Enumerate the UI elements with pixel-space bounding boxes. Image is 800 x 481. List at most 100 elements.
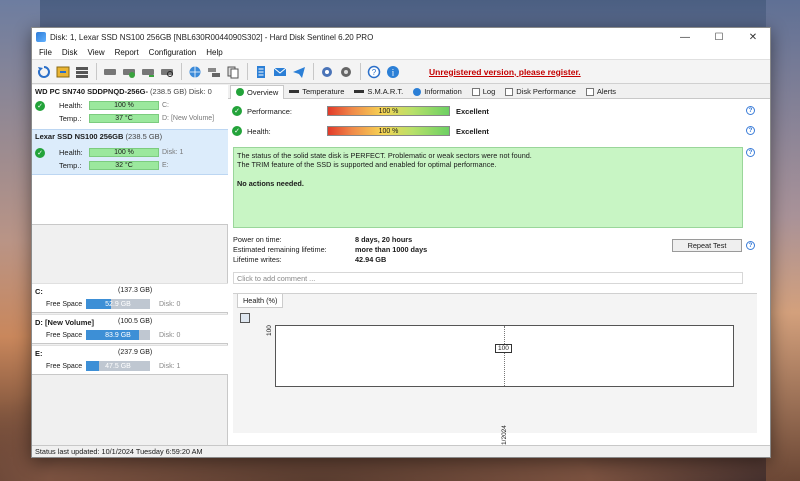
log-icon: [471, 87, 480, 96]
performance-rating: Excellent: [456, 106, 489, 116]
temp-label: Temp.:: [59, 114, 82, 123]
disk-model: WD PC SN740 SDDPNQD-256G-: [35, 87, 148, 96]
settings-icon[interactable]: [318, 63, 335, 80]
health-label: Health:: [247, 126, 271, 136]
tab-label: Disk Performance: [516, 87, 576, 96]
disk-entry-0[interactable]: WD PC SN740 SDDPNQD-256G- (238.5 GB) Dis…: [32, 85, 228, 129]
close-button[interactable]: ✕: [736, 28, 770, 46]
help-icon[interactable]: ?: [746, 126, 755, 135]
globe-icon[interactable]: [186, 63, 203, 80]
health-label: Health:: [59, 101, 83, 110]
svg-text:?: ?: [371, 68, 376, 77]
free-space-bar: 83.9 GB: [86, 330, 150, 340]
toolbar-separator: [313, 63, 314, 80]
health-bar: 100 %: [89, 148, 159, 157]
help-icon[interactable]: ?: [746, 106, 755, 115]
tab-log[interactable]: Log: [467, 86, 501, 98]
menu-disk[interactable]: Disk: [57, 48, 83, 57]
maximize-button[interactable]: ☐: [702, 28, 736, 46]
refresh-icon[interactable]: [35, 63, 52, 80]
unregistered-link[interactable]: Unregistered version, please register.: [429, 67, 581, 77]
toolbar: ? i Unregistered version, please registe…: [32, 60, 770, 84]
help-icon[interactable]: ?: [746, 241, 755, 250]
tab-smart[interactable]: S.M.A.R.T.: [349, 86, 408, 98]
refresh-all-icon[interactable]: [54, 63, 71, 80]
actions-text: No actions needed.: [237, 179, 304, 188]
temp-bar: 37 °C: [89, 114, 159, 123]
help-icon[interactable]: ?: [365, 63, 382, 80]
disk-partition: C:: [162, 102, 169, 109]
disk-list: WD PC SN740 SDDPNQD-256G- (238.5 GB) Dis…: [32, 85, 228, 225]
volume-entry[interactable]: C: (137.3 GB) Free Space 52.9 GB Disk: 0: [32, 283, 228, 313]
app-window: Disk: 1, Lexar SSD NS100 256GB [NBL630R0…: [31, 27, 771, 458]
free-space-label: Free Space: [46, 301, 83, 308]
repeat-test-button[interactable]: Repeat Test: [672, 239, 742, 252]
drive-zoom-icon[interactable]: [158, 63, 175, 80]
disk-size: (238.5 GB): [150, 87, 187, 96]
disk-name: WD PC SN740 SDDPNQD-256G- (238.5 GB) Dis…: [35, 87, 225, 96]
tab-information[interactable]: Information: [408, 86, 467, 98]
tab-label: Temperature: [302, 87, 345, 96]
disk-partition: E:: [162, 162, 169, 169]
volume-entry[interactable]: E: (237.9 GB) Free Space 47.5 GB Disk: 1: [32, 345, 228, 375]
volume-entry[interactable]: D: [New Volume] (100.5 GB) Free Space 83…: [32, 314, 228, 344]
network-drives-icon[interactable]: [205, 63, 222, 80]
minimize-button[interactable]: —: [668, 28, 702, 46]
health-chart: 100: [275, 325, 734, 387]
drive-icon[interactable]: [101, 63, 118, 80]
info-icon: [413, 87, 422, 96]
performance-bar: 100 %: [327, 106, 450, 116]
thermometer-icon: [289, 90, 300, 93]
volume-list: C: (137.3 GB) Free Space 52.9 GB Disk: 0…: [32, 283, 228, 376]
performance-row: ✓ Performance: 100 % Excellent: [232, 105, 489, 117]
title-bar: Disk: 1, Lexar SSD NS100 256GB [NBL630R0…: [32, 28, 770, 46]
disk-entry-1[interactable]: Lexar SSD NS100 256GB (238.5 GB) ✓ Healt…: [32, 129, 228, 175]
menu-file[interactable]: File: [34, 48, 57, 57]
volume-name: D: [New Volume]: [35, 318, 95, 327]
tab-disk-performance[interactable]: Disk Performance: [500, 86, 581, 98]
toolbar-separator: [181, 63, 182, 80]
ok-check-icon: ✓: [232, 126, 242, 136]
status-bar: Status last updated: 10/1/2024 Tuesday 6…: [32, 445, 770, 457]
volume-disk: Disk: 1: [159, 363, 181, 370]
temp-label: Temp.:: [59, 161, 82, 170]
comment-input[interactable]: Click to add comment ...: [233, 272, 743, 284]
tools-icon[interactable]: [337, 63, 354, 80]
health-graph-panel: Health (%) 100 100 10/1/2024: [233, 293, 757, 454]
app-icon: [36, 32, 46, 42]
menu-bar: File Disk View Report Configuration Help: [32, 46, 770, 60]
tab-label: S.M.A.R.T.: [367, 87, 404, 96]
menu-help[interactable]: Help: [201, 48, 227, 57]
health-bar: 100 %: [327, 126, 450, 136]
tab-temperature[interactable]: Temperature: [284, 86, 349, 98]
volume-disk: Disk: 0: [159, 332, 181, 339]
disk-list-icon[interactable]: [73, 63, 90, 80]
menu-view[interactable]: View: [82, 48, 109, 57]
email-icon[interactable]: [271, 63, 288, 80]
free-space-label: Free Space: [46, 363, 83, 370]
health-bar: 100 %: [89, 101, 159, 110]
save-icon[interactable]: [240, 313, 250, 323]
disk-name: Lexar SSD NS100 256GB (238.5 GB): [35, 132, 225, 141]
menu-report[interactable]: Report: [110, 48, 144, 57]
disk-number: Disk: 0: [188, 87, 212, 96]
send-icon[interactable]: [290, 63, 307, 80]
y-tick-label: 100: [266, 325, 273, 336]
volume-size: (100.5 GB): [118, 318, 153, 325]
help-icon[interactable]: ?: [746, 148, 755, 157]
menu-configuration[interactable]: Configuration: [144, 48, 202, 57]
toolbar-separator: [247, 63, 248, 80]
drive-health-icon[interactable]: [139, 63, 156, 80]
info-icon[interactable]: i: [384, 63, 401, 80]
lifetime-value: more than 1000 days: [355, 245, 428, 254]
tab-label: Log: [482, 87, 496, 96]
drive-test-icon[interactable]: [120, 63, 137, 80]
tab-health-graph[interactable]: Health (%): [237, 294, 284, 308]
window-title: Disk: 1, Lexar SSD NS100 256GB [NBL630R0…: [50, 32, 374, 42]
copy-icon[interactable]: [224, 63, 241, 80]
report-icon[interactable]: [252, 63, 269, 80]
right-pane: Overview Temperature S.M.A.R.T. Informat…: [228, 85, 770, 454]
tab-overview[interactable]: Overview: [230, 85, 285, 99]
tab-alerts[interactable]: Alerts: [581, 86, 621, 98]
disk-size: (238.5 GB): [125, 132, 163, 141]
